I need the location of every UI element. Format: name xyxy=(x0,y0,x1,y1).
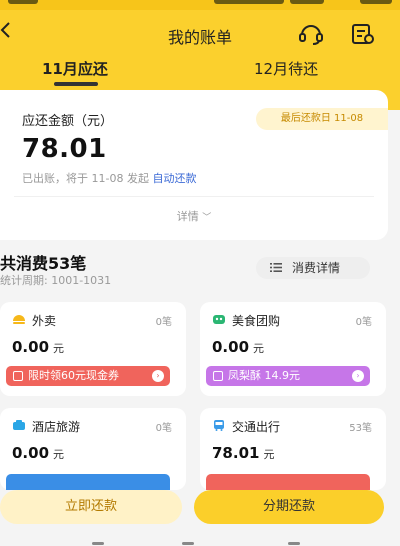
category-unit: 元 xyxy=(253,342,265,355)
gift-icon xyxy=(213,371,223,381)
bottom-action-bar: 立即还款 分期还款 xyxy=(0,486,400,530)
category-name: 美食团购 xyxy=(232,314,281,328)
category-unit: 元 xyxy=(53,342,65,355)
tab-november-due[interactable]: 11月应还 xyxy=(42,58,108,79)
due-date-badge: 最后还款日 11-08 xyxy=(256,108,388,130)
divider xyxy=(14,196,374,197)
coupon-text: 凤梨酥 14.9元 xyxy=(228,369,300,382)
category-card-food-group[interactable]: 美食团购 0笔 0.00 元 凤梨酥 14.9元 › xyxy=(200,302,386,396)
consumption-title: 共消费53笔 xyxy=(0,254,87,273)
coupon-text: 限时领60元现金券 xyxy=(28,369,119,382)
status-bar xyxy=(0,0,400,10)
category-value: 0.00 xyxy=(12,338,50,356)
category-unit: 元 xyxy=(263,448,275,461)
coupon-banner-takeout[interactable]: 限时领60元现金券 › xyxy=(6,366,170,386)
auto-repay-link[interactable]: 自动还款 xyxy=(152,172,196,185)
detail-label: 详情 xyxy=(176,210,199,223)
arrow-right-icon: › xyxy=(152,370,164,382)
category-card-takeout[interactable]: 外卖 0笔 0.00 元 限时领60元现金券 › xyxy=(0,302,186,396)
category-unit: 元 xyxy=(53,448,65,461)
category-card-hotel[interactable]: 酒店旅游 0笔 0.00 元 xyxy=(0,408,186,490)
installment-button[interactable]: 分期还款 xyxy=(194,490,384,524)
page-title: 我的账单 xyxy=(167,28,232,47)
category-amount: 0.00 元 xyxy=(212,338,264,356)
food-group-icon xyxy=(213,315,225,324)
category-amount: 78.01 元 xyxy=(212,444,274,462)
month-tabs: 11月应还 12月待还 xyxy=(0,56,400,88)
statistics-period: 统计周期: 1001-1031 xyxy=(0,274,112,287)
category-count: 0笔 xyxy=(355,317,372,328)
top-nav: 我的账单 xyxy=(0,14,400,54)
hotel-icon xyxy=(13,420,25,430)
chevron-down-icon: ﹀ xyxy=(202,213,212,223)
tab-december-pending[interactable]: 12月待还 xyxy=(254,58,318,79)
auto-repay-note: 已出账，将于 11-08 发起 自动还款 xyxy=(22,170,196,186)
consumption-detail-button[interactable]: 消费详情 xyxy=(256,257,370,279)
category-amount: 0.00 元 xyxy=(12,444,64,462)
takeout-icon xyxy=(13,315,25,324)
detail-toggle[interactable]: 详情 ﹀ xyxy=(0,208,388,224)
category-name: 外卖 xyxy=(32,314,57,328)
customer-service-button[interactable] xyxy=(298,22,324,50)
category-name: 交通出行 xyxy=(232,420,281,434)
coupon-banner-food[interactable]: 凤梨酥 14.9元 › xyxy=(206,366,370,386)
category-card-transport[interactable]: 交通出行 53笔 78.01 元 xyxy=(200,408,386,490)
due-amount: 78.01 xyxy=(22,134,107,164)
bill-search-button[interactable] xyxy=(350,22,376,50)
category-value: 0.00 xyxy=(212,338,250,356)
consumption-detail-label: 消费详情 xyxy=(292,261,341,275)
due-amount-label: 应还金额（元） xyxy=(22,114,114,129)
category-value: 78.01 xyxy=(212,444,260,462)
headset-icon xyxy=(299,25,323,45)
category-count: 0笔 xyxy=(155,317,172,328)
system-nav-bar xyxy=(0,538,400,546)
category-count: 0笔 xyxy=(155,423,172,434)
due-summary-card: 应还金额（元） 最后还款日 11-08 78.01 已出账，将于 11-08 发… xyxy=(0,90,388,240)
arrow-right-icon: › xyxy=(352,370,364,382)
category-value: 0.00 xyxy=(12,444,50,462)
transport-icon xyxy=(214,420,224,431)
ticket-icon xyxy=(13,371,23,381)
category-name: 酒店旅游 xyxy=(32,420,81,434)
active-tab-indicator xyxy=(54,82,98,86)
auto-repay-note-text: 已出账，将于 11-08 发起 xyxy=(22,172,149,185)
list-icon xyxy=(270,263,282,272)
bill-search-icon xyxy=(352,24,374,44)
pay-now-button[interactable]: 立即还款 xyxy=(0,490,182,524)
category-count: 53笔 xyxy=(349,423,372,434)
category-amount: 0.00 元 xyxy=(12,338,64,356)
